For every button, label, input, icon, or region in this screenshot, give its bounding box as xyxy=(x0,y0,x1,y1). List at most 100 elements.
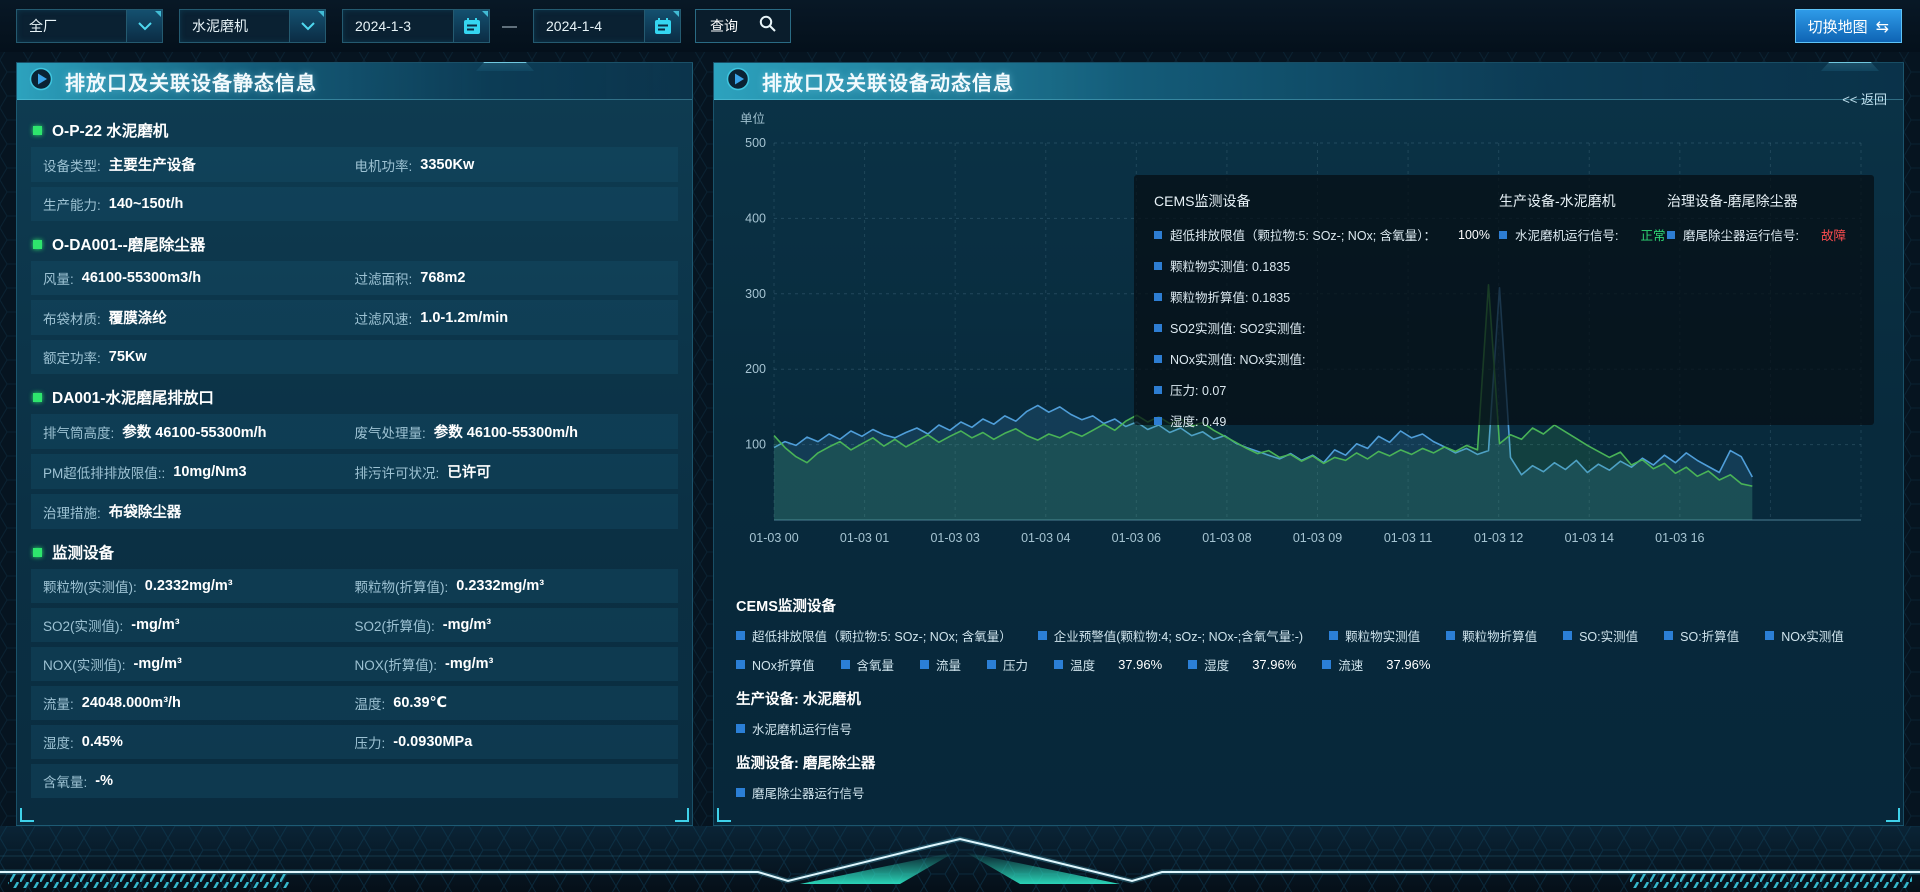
legend-item-label: 流速 xyxy=(1338,655,1363,674)
info-cell: NOX(折算值):-mg/m³ xyxy=(355,654,667,674)
info-label: 治理措施: xyxy=(43,502,101,522)
legend-swatch-icon xyxy=(736,788,745,797)
legend-item[interactable]: 流量 xyxy=(920,655,961,674)
legend-item-label: 磨尾除尘器运行信号 xyxy=(752,783,865,802)
x-tick-label: 01-03 01 xyxy=(840,531,889,545)
y-tick-label: 300 xyxy=(745,287,766,301)
x-tick-label: 01-03 16 xyxy=(1655,531,1704,545)
info-cell: 压力: -0.0930MPa xyxy=(355,732,667,752)
info-label: 颗粒物(实测值): xyxy=(43,576,137,596)
info-value: 参数 46100-55300m/h xyxy=(434,421,578,442)
info-label: 布袋材质: xyxy=(43,308,101,328)
legend-item[interactable]: 温度37.96% xyxy=(1054,655,1162,674)
tooltip-column-title: 生产设备-水泥磨机 xyxy=(1499,191,1667,211)
back-link[interactable]: << 返回 xyxy=(1842,89,1887,108)
legend-item-value: 37.96% xyxy=(1386,657,1430,672)
legend-item[interactable]: 水泥磨机运行信号 xyxy=(736,719,852,738)
info-value: 140~150t/h xyxy=(109,196,184,212)
legend-item[interactable]: NOx实测值 xyxy=(1765,626,1844,645)
legend-item-value: 37.96% xyxy=(1252,657,1296,672)
info-label: 流量: xyxy=(43,693,74,713)
info-row: 治理措施:布袋除尘器 xyxy=(31,494,678,529)
tooltip-item-text: 颗粒物实测值: 0.1835 xyxy=(1170,256,1290,275)
legend-row: 超低排放限值（颗拉物:5: SOz-; NOx; 含氧量） 企业预警值(颗粒物:4… xyxy=(736,626,1886,645)
plant-select[interactable]: 全厂 xyxy=(16,9,163,43)
legend-item-label: 颗粒物实测值 xyxy=(1345,626,1420,645)
info-row: NOX(实测值):-mg/m³NOX(折算值):-mg/m³ xyxy=(31,647,678,681)
legend-swatch-icon xyxy=(1054,660,1063,669)
legend-swatch-icon xyxy=(1765,631,1774,640)
section-bullet-icon xyxy=(33,240,42,249)
end-date-value: 2024-1-4 xyxy=(534,10,644,42)
tooltip-item: 超低排放限值（颗拉物:5: SOz-; NOx; 含氧量）：100% xyxy=(1154,225,1499,244)
plant-select-value: 全厂 xyxy=(17,10,126,42)
corner-bracket xyxy=(717,808,731,822)
legend-item-label: 流量 xyxy=(936,655,961,674)
info-cell: 电机功率:3350Kw xyxy=(355,155,667,175)
end-date-input[interactable]: 2024-1-4 xyxy=(533,9,681,43)
info-value: 覆膜涤纶 xyxy=(109,307,167,328)
tooltip-bullet-icon xyxy=(1154,386,1162,394)
info-label: 排污许可状况: xyxy=(355,462,440,482)
legend-item[interactable]: 颗粒物折算值 xyxy=(1446,626,1537,645)
info-label: NOX(折算值): xyxy=(355,654,438,674)
info-value: 1.0-1.2m/min xyxy=(420,310,508,326)
device-select-value: 水泥磨机 xyxy=(180,10,289,42)
legend-item-label: 企业预警值(颗粒物:4; sOz-; NOx-;含氧气量:-) xyxy=(1054,626,1303,645)
search-button[interactable]: 查询 xyxy=(695,9,791,43)
x-tick-label: 01-03 00 xyxy=(749,531,798,545)
chevron-down-icon[interactable] xyxy=(289,10,325,42)
tooltip-column: 治理设备-磨尾除尘器磨尾除尘器运行信号:故障 xyxy=(1667,191,1854,415)
info-label: 设备类型: xyxy=(43,155,101,175)
legend-row: 磨尾除尘器运行信号 xyxy=(736,783,1886,802)
legend-item[interactable]: 含氧量 xyxy=(841,655,895,674)
info-label: 过滤风速: xyxy=(355,308,413,328)
legend-item[interactable]: SO:折算值 xyxy=(1664,626,1739,645)
device-select[interactable]: 水泥磨机 xyxy=(179,9,326,43)
chevron-down-icon[interactable] xyxy=(126,10,162,42)
footer-decoration xyxy=(0,826,1920,892)
legend-item[interactable]: 磨尾除尘器运行信号 xyxy=(736,783,865,802)
legend-item[interactable]: 流速 37.96% xyxy=(1322,655,1430,674)
legend-swatch-icon xyxy=(920,660,929,669)
info-cell: 含氧量:-% xyxy=(43,771,666,791)
info-cell: 废气处理量:参数 46100-55300m/h xyxy=(355,421,667,442)
info-label: SO2(折算值): xyxy=(355,615,435,635)
legend-item[interactable]: 超低排放限值（颗拉物:5: SOz-; NOx; 含氧量） xyxy=(736,626,1012,645)
legend-item[interactable]: NOx折算值 xyxy=(736,655,815,674)
info-cell: 排污许可状况:已许可 xyxy=(355,461,667,482)
legend-item[interactable]: 颗粒物实测值 xyxy=(1329,626,1420,645)
x-tick-label: 01-03 03 xyxy=(930,531,979,545)
info-label: 压力: xyxy=(355,732,386,752)
play-icon xyxy=(29,67,53,96)
legend-item[interactable]: 企业预警值(颗粒物:4; sOz-; NOx-;含氧气量:-) xyxy=(1038,626,1303,645)
info-value: 0.2332mg/m³ xyxy=(145,578,233,594)
info-row: 颗粒物(实测值):0.2332mg/m³颗粒物(折算值):0.2332mg/m³ xyxy=(31,569,678,603)
legend-item[interactable]: 湿度37.96% xyxy=(1188,655,1296,674)
tooltip-item-status: 故障 xyxy=(1821,225,1846,244)
info-cell: 流量:24048.000m³/h xyxy=(43,693,355,713)
start-date-input[interactable]: 2024-1-3 xyxy=(342,9,490,43)
calendar-icon[interactable] xyxy=(453,10,489,42)
info-value: 3350Kw xyxy=(420,157,474,173)
info-value: -0.0930MPa xyxy=(393,734,472,750)
tooltip-item-text: 超低排放限值（颗拉物:5: SOz-; NOx; 含氧量）： xyxy=(1170,225,1436,244)
tooltip-bullet-icon xyxy=(1154,355,1162,363)
legend-item[interactable]: 压力 xyxy=(987,655,1028,674)
tooltip-item: 颗粒物折算值: 0.1835 xyxy=(1154,287,1499,306)
chart-legend-area: CEMS监测设备 超低排放限值（颗拉物:5: SOz-; NOx; 含氧量）企业… xyxy=(736,587,1886,812)
info-row: 额定功率:75Kw xyxy=(31,340,678,374)
legend-swatch-icon xyxy=(1322,660,1331,669)
info-row: 排气筒高度:参数 46100-55300m/h废气处理量:参数 46100-55… xyxy=(31,414,678,449)
static-info-title: 排放口及关联设备静态信息 xyxy=(65,67,317,96)
legend-item-label: 压力 xyxy=(1003,655,1028,674)
info-cell: 过滤面积:768m2 xyxy=(355,268,667,288)
info-cell: NOX(实测值):-mg/m³ xyxy=(43,654,355,674)
legend-item[interactable]: SO:实测值 xyxy=(1563,626,1638,645)
info-cell: 湿度:0.45% xyxy=(43,732,355,752)
corner-bracket xyxy=(20,808,34,822)
start-date-value: 2024-1-3 xyxy=(343,10,453,42)
tooltip-item: 水泥磨机运行信号:正常 xyxy=(1499,225,1667,244)
switch-map-button[interactable]: 切换地图 ⇆ xyxy=(1795,9,1902,43)
calendar-icon[interactable] xyxy=(644,10,680,42)
